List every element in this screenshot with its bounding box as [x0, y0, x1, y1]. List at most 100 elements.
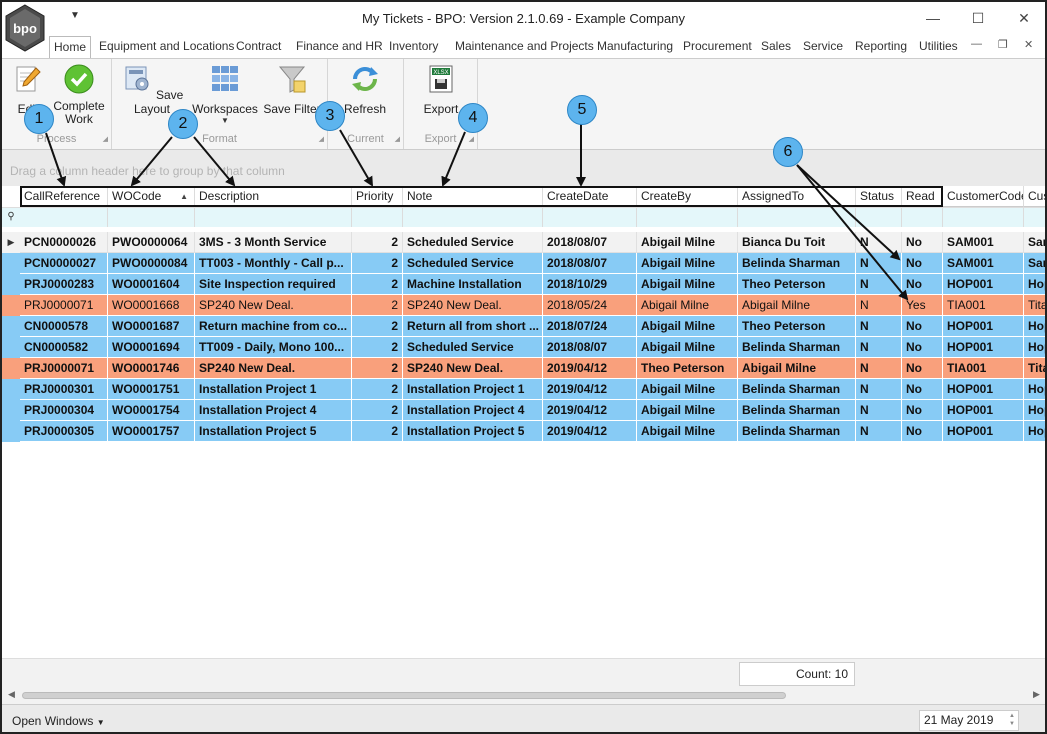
cell-priority[interactable]: 2	[352, 379, 403, 400]
cell-read[interactable]: No	[902, 358, 943, 379]
filter-cell[interactable]	[1024, 208, 1045, 227]
cell-customername[interactable]: Sar	[1024, 232, 1045, 253]
tab-sales[interactable]: Sales	[761, 36, 791, 58]
cell-createby[interactable]: Theo Peterson	[637, 358, 738, 379]
scrollbar-thumb[interactable]	[22, 692, 786, 699]
cell-status[interactable]: N	[856, 295, 902, 316]
cell-assignedto[interactable]: Belinda Sharman	[738, 400, 856, 421]
cell-customercode[interactable]: HOP001	[943, 316, 1024, 337]
cell-createby[interactable]: Abigail Milne	[637, 421, 738, 442]
cell-note[interactable]: SP240 New Deal.	[403, 295, 543, 316]
cell-callreference[interactable]: PRJ0000071	[20, 295, 108, 316]
filter-cell[interactable]	[902, 208, 943, 227]
table-row[interactable]: PRJ0000301 WO0001751 Installation Project …	[2, 379, 1045, 400]
filter-cell[interactable]	[943, 208, 1024, 227]
cell-customername[interactable]: Hop	[1024, 421, 1045, 442]
table-row[interactable]: PCN0000027 PWO0000084 TT003 - Monthly - Ca…	[2, 253, 1045, 274]
cell-status[interactable]: N	[856, 379, 902, 400]
complete-work-button[interactable]: Complete Work	[52, 63, 106, 126]
tab-manufacturing[interactable]: Manufacturing	[597, 36, 673, 58]
tab-service[interactable]: Service	[803, 36, 843, 58]
table-row[interactable]: CN0000578 WO0001687 Return machine from co…	[2, 316, 1045, 337]
column-header-createby[interactable]: CreateBy	[637, 186, 738, 207]
cell-note[interactable]: Machine Installation	[403, 274, 543, 295]
cell-wocode[interactable]: WO0001694	[108, 337, 195, 358]
cell-customercode[interactable]: SAM001	[943, 232, 1024, 253]
cell-customername[interactable]: Tita	[1024, 295, 1045, 316]
cell-assignedto[interactable]: Bianca Du Toit	[738, 232, 856, 253]
cell-customername[interactable]: Hop	[1024, 274, 1045, 295]
cell-createby[interactable]: Abigail Milne	[637, 232, 738, 253]
cell-description[interactable]: Installation Project 1	[195, 379, 352, 400]
workspaces-button[interactable]: Workspaces ▼	[192, 63, 258, 125]
cell-assignedto[interactable]: Theo Peterson	[738, 274, 856, 295]
cell-customercode[interactable]: HOP001	[943, 337, 1024, 358]
tab-home[interactable]: Home	[49, 36, 92, 58]
cell-customername[interactable]: Hop	[1024, 400, 1045, 421]
horizontal-scrollbar[interactable]: ◀ ▶	[2, 688, 1045, 704]
cell-callreference[interactable]: PCN0000027	[20, 253, 108, 274]
cell-read[interactable]: No	[902, 337, 943, 358]
cell-assignedto[interactable]: Belinda Sharman	[738, 253, 856, 274]
table-row[interactable]: PRJ0000283 WO0001604 Site Inspection requi…	[2, 274, 1045, 295]
table-row[interactable]: PRJ0000304 WO0001754 Installation Project …	[2, 400, 1045, 421]
cell-note[interactable]: Installation Project 5	[403, 421, 543, 442]
cell-callreference[interactable]: PRJ0000283	[20, 274, 108, 295]
cell-status[interactable]: N	[856, 358, 902, 379]
cell-createdate[interactable]: 2018/08/07	[543, 337, 637, 358]
cell-priority[interactable]: 2	[352, 337, 403, 358]
cell-createby[interactable]: Abigail Milne	[637, 274, 738, 295]
mdi-restore-button[interactable]: ❐	[998, 38, 1008, 51]
group-launcher-icon[interactable]: ◢	[103, 135, 108, 143]
cell-status[interactable]: N	[856, 253, 902, 274]
cell-createby[interactable]: Abigail Milne	[637, 400, 738, 421]
cell-createdate[interactable]: 2019/04/12	[543, 358, 637, 379]
auto-filter-row[interactable]: ⚲	[2, 207, 1045, 227]
cell-assignedto[interactable]: Theo Peterson	[738, 316, 856, 337]
cell-read[interactable]: No	[902, 316, 943, 337]
column-header-note[interactable]: Note	[403, 186, 543, 207]
cell-priority[interactable]: 2	[352, 274, 403, 295]
filter-cell[interactable]	[637, 208, 738, 227]
cell-description[interactable]: Installation Project 5	[195, 421, 352, 442]
column-header-assignedto[interactable]: AssignedTo	[738, 186, 856, 207]
filter-cell[interactable]	[543, 208, 637, 227]
cell-priority[interactable]: 2	[352, 400, 403, 421]
cell-customername[interactable]: Tita	[1024, 358, 1045, 379]
save-filter-button[interactable]: Save Filter	[262, 63, 322, 116]
cell-note[interactable]: Installation Project 1	[403, 379, 543, 400]
table-row[interactable]: PRJ0000071 WO0001746 SP240 New Deal. 2 SP240…	[2, 358, 1045, 379]
column-header-createdate[interactable]: CreateDate	[543, 186, 637, 207]
tab-reporting[interactable]: Reporting	[855, 36, 907, 58]
cell-read[interactable]: Yes	[902, 295, 943, 316]
cell-description[interactable]: TT003 - Monthly - Call p...	[195, 253, 352, 274]
table-row[interactable]: CN0000582 WO0001694 TT009 - Daily, Mono 10…	[2, 337, 1045, 358]
column-header-callreference[interactable]: CallReference	[20, 186, 108, 207]
date-spinner-icon[interactable]: ▲ ▼	[1009, 712, 1015, 728]
cell-status[interactable]: N	[856, 337, 902, 358]
cell-createdate[interactable]: 2018/08/07	[543, 232, 637, 253]
group-launcher-icon[interactable]: ◢	[319, 135, 324, 143]
cell-wocode[interactable]: WO0001687	[108, 316, 195, 337]
tab-maintenance-and-projects[interactable]: Maintenance and Projects	[455, 36, 594, 58]
refresh-button[interactable]: Refresh	[340, 63, 390, 116]
cell-status[interactable]: N	[856, 400, 902, 421]
cell-createdate[interactable]: 2018/07/24	[543, 316, 637, 337]
cell-wocode[interactable]: PWO0000064	[108, 232, 195, 253]
mdi-close-button[interactable]: ✕	[1024, 38, 1033, 51]
column-header-status[interactable]: Status	[856, 186, 902, 207]
cell-customername[interactable]: Sar	[1024, 253, 1045, 274]
close-button[interactable]: ✕	[1009, 7, 1039, 29]
cell-wocode[interactable]: WO0001754	[108, 400, 195, 421]
filter-cell[interactable]	[352, 208, 403, 227]
cell-callreference[interactable]: PCN0000026	[20, 232, 108, 253]
cell-createby[interactable]: Abigail Milne	[637, 379, 738, 400]
cell-customercode[interactable]: TIA001	[943, 295, 1024, 316]
cell-priority[interactable]: 2	[352, 295, 403, 316]
filter-cell[interactable]	[403, 208, 543, 227]
cell-wocode[interactable]: WO0001751	[108, 379, 195, 400]
minimize-button[interactable]: —	[918, 7, 948, 29]
cell-customername[interactable]: Hop	[1024, 337, 1045, 358]
maximize-button[interactable]: ☐	[963, 7, 993, 29]
cell-read[interactable]: No	[902, 400, 943, 421]
